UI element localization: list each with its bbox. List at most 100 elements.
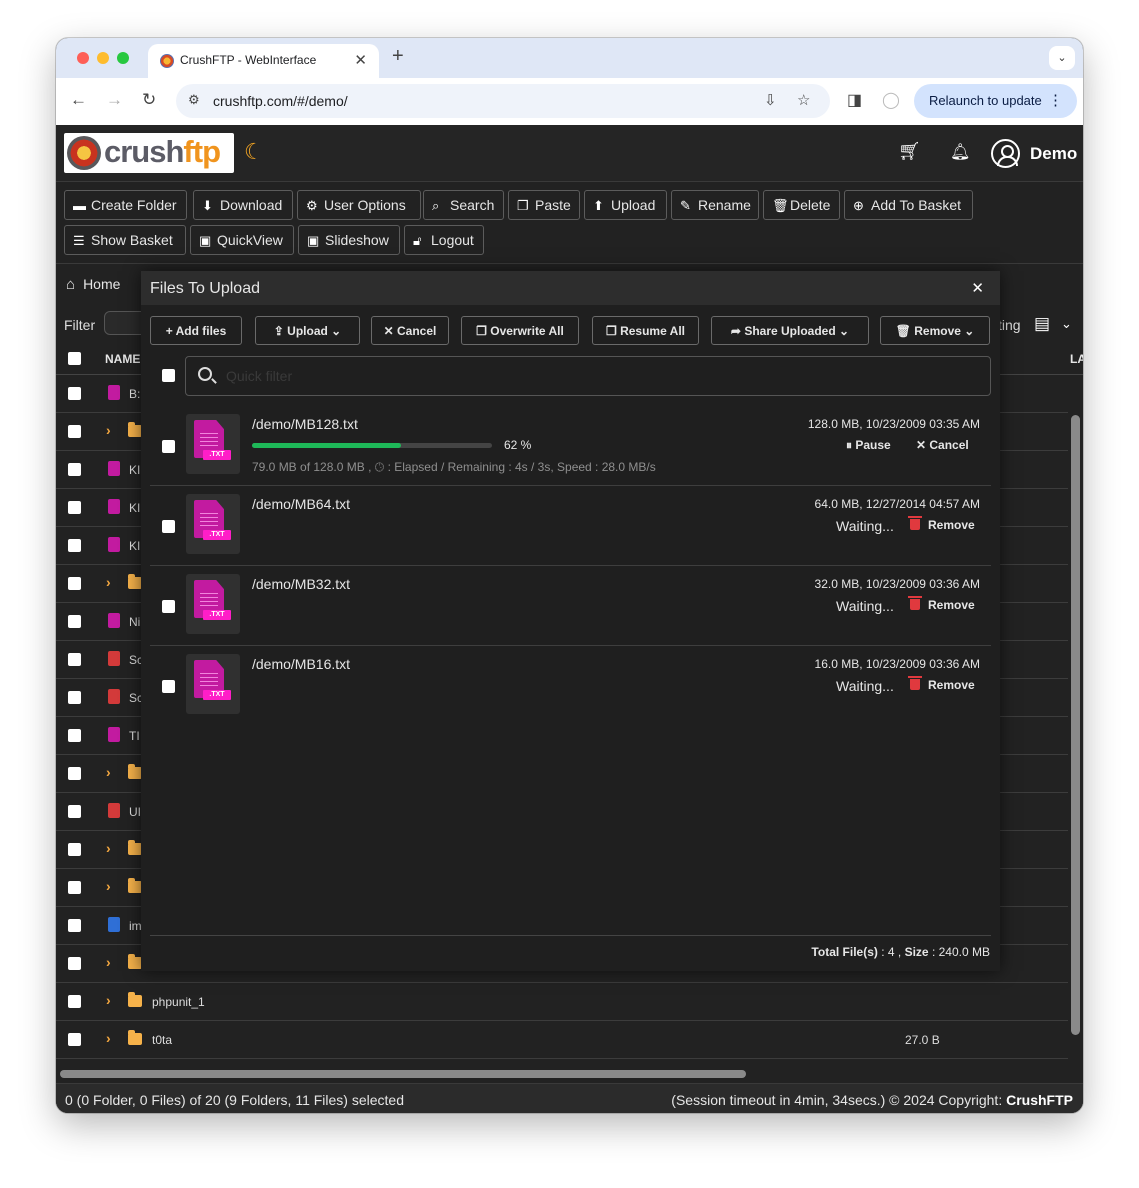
- row-checkbox[interactable]: [68, 995, 81, 1008]
- upload-item-checkbox[interactable]: [162, 440, 175, 453]
- row-name[interactable]: t0ta: [152, 1033, 172, 1047]
- select-all-checkbox[interactable]: [68, 352, 81, 365]
- row-checkbox[interactable]: [68, 881, 81, 894]
- table-row[interactable]: › t0ta 27.0 B: [56, 1021, 1068, 1059]
- share-uploaded-button[interactable]: ➦ Share Uploaded ⌄: [711, 316, 869, 345]
- row-name[interactable]: KI: [129, 539, 140, 553]
- quick-filter-box[interactable]: Quick filter: [185, 356, 991, 396]
- row-checkbox[interactable]: [68, 501, 81, 514]
- profile-icon[interactable]: ◯: [882, 90, 900, 110]
- download-button[interactable]: ⬇ Download: [193, 190, 293, 220]
- chevron-right-icon[interactable]: ›: [106, 1030, 111, 1046]
- table-row[interactable]: › phpunit_1: [56, 983, 1068, 1021]
- crushftp-logo[interactable]: crushftp: [64, 133, 234, 173]
- trash-icon[interactable]: [908, 516, 922, 530]
- row-name[interactable]: Ni: [129, 615, 140, 629]
- chevron-right-icon[interactable]: ›: [106, 422, 111, 438]
- row-name[interactable]: phpunit_1: [152, 995, 205, 1009]
- address-bar[interactable]: ⚙ crushftp.com/#/demo/ ⇩ ☆: [176, 84, 830, 118]
- row-checkbox[interactable]: [68, 957, 81, 970]
- remove-dropdown-button[interactable]: 🗑︎ Remove ⌄: [880, 316, 990, 345]
- row-checkbox[interactable]: [68, 463, 81, 476]
- row-name[interactable]: UI: [129, 805, 141, 819]
- row-name[interactable]: KI: [129, 463, 140, 477]
- vertical-scrollbar[interactable]: [1071, 415, 1080, 1035]
- upload-item-checkbox[interactable]: [162, 680, 175, 693]
- list-view-icon[interactable]: ▤: [1034, 314, 1050, 334]
- remove-button[interactable]: Remove: [928, 598, 975, 612]
- relaunch-to-update-button[interactable]: Relaunch to update ⋮: [914, 84, 1077, 118]
- add-to-basket-button[interactable]: ⊕ Add To Basket: [844, 190, 973, 220]
- back-arrow-icon[interactable]: ←: [70, 90, 87, 110]
- add-files-button[interactable]: + Add files: [150, 316, 242, 345]
- trash-icon[interactable]: [908, 596, 922, 610]
- remove-button[interactable]: Remove: [928, 518, 975, 532]
- row-checkbox[interactable]: [68, 691, 81, 704]
- minimize-window-button[interactable]: [97, 52, 109, 64]
- select-all-uploads-checkbox[interactable]: [162, 369, 175, 382]
- chevron-right-icon[interactable]: ›: [106, 840, 111, 856]
- close-window-button[interactable]: [77, 52, 89, 64]
- logout-button[interactable]: 🔓︎ Logout: [404, 225, 484, 255]
- chevron-right-icon[interactable]: ›: [106, 764, 111, 780]
- row-name[interactable]: TI: [129, 729, 140, 743]
- row-checkbox[interactable]: [68, 653, 81, 666]
- trash-icon[interactable]: [908, 676, 922, 690]
- close-icon[interactable]: ✕: [971, 279, 984, 297]
- row-name[interactable]: KI: [129, 501, 140, 515]
- install-app-icon[interactable]: ⇩: [764, 91, 777, 109]
- show-basket-button[interactable]: ☰ Show Basket: [64, 225, 186, 255]
- row-checkbox[interactable]: [68, 577, 81, 590]
- chevron-right-icon[interactable]: ›: [106, 954, 111, 970]
- row-checkbox[interactable]: [68, 539, 81, 552]
- overwrite-all-button[interactable]: ❐ Overwrite All: [461, 316, 579, 345]
- side-panel-icon[interactable]: ◨: [847, 90, 862, 110]
- chevron-right-icon[interactable]: ›: [106, 574, 111, 590]
- quickview-button[interactable]: ▣ QuickView: [190, 225, 294, 255]
- row-checkbox[interactable]: [68, 729, 81, 742]
- reload-icon[interactable]: ↻: [142, 90, 156, 110]
- username[interactable]: Demo: [1030, 144, 1077, 164]
- new-tab-icon[interactable]: +: [392, 45, 404, 68]
- chevron-right-icon[interactable]: ›: [106, 878, 111, 894]
- bookmark-star-icon[interactable]: ☆: [797, 91, 810, 109]
- slideshow-button[interactable]: ▣ Slideshow: [298, 225, 400, 255]
- more-menu-icon[interactable]: ⋮: [1048, 91, 1063, 109]
- chevron-down-icon[interactable]: ⌄: [1061, 316, 1072, 332]
- user-options-button[interactable]: ⚙ User Options: [297, 190, 421, 220]
- tab-close-icon[interactable]: ✕: [354, 51, 367, 69]
- delete-button[interactable]: 🗑︎Delete: [763, 190, 840, 220]
- column-name-header[interactable]: NAME: [105, 352, 140, 366]
- site-settings-icon[interactable]: ⚙: [188, 92, 200, 108]
- upload-dropdown-button[interactable]: ⇪ Upload ⌄: [255, 316, 360, 345]
- dark-mode-moon-icon[interactable]: ☾: [244, 139, 264, 165]
- cancel-upload-button[interactable]: ✕ Cancel: [916, 438, 969, 452]
- horizontal-scrollbar[interactable]: [60, 1070, 746, 1078]
- resume-all-button[interactable]: ❐ Resume All: [592, 316, 699, 345]
- search-button[interactable]: ⌕ Search: [423, 190, 504, 220]
- cart-icon[interactable]: 🛒︎: [898, 141, 921, 162]
- tab-search-chevron-icon[interactable]: ⌄: [1049, 46, 1075, 70]
- breadcrumb-home[interactable]: Home: [83, 276, 120, 292]
- quick-filter-input[interactable]: Quick filter: [226, 368, 726, 384]
- url-text[interactable]: crushftp.com/#/demo/: [213, 93, 348, 109]
- notification-bell-icon[interactable]: 🔔︎: [950, 142, 970, 162]
- column-last-header[interactable]: LA: [1070, 352, 1083, 366]
- row-name[interactable]: im: [129, 919, 142, 933]
- row-checkbox[interactable]: [68, 805, 81, 818]
- chevron-right-icon[interactable]: ›: [106, 992, 111, 1008]
- breadcrumb[interactable]: ⌂ Home: [66, 276, 120, 293]
- row-checkbox[interactable]: [68, 425, 81, 438]
- cancel-all-button[interactable]: ✕ Cancel: [371, 316, 449, 345]
- upload-item-checkbox[interactable]: [162, 520, 175, 533]
- upload-button[interactable]: ⬆ Upload: [584, 190, 667, 220]
- zoom-window-button[interactable]: [117, 52, 129, 64]
- row-checkbox[interactable]: [68, 919, 81, 932]
- row-checkbox[interactable]: [68, 843, 81, 856]
- upload-item-checkbox[interactable]: [162, 600, 175, 613]
- rename-button[interactable]: ✎ Rename: [671, 190, 759, 220]
- row-name[interactable]: B:: [129, 387, 140, 401]
- row-checkbox[interactable]: [68, 387, 81, 400]
- paste-button[interactable]: ❐ Paste: [508, 190, 580, 220]
- forward-arrow-icon[interactable]: →: [106, 90, 123, 110]
